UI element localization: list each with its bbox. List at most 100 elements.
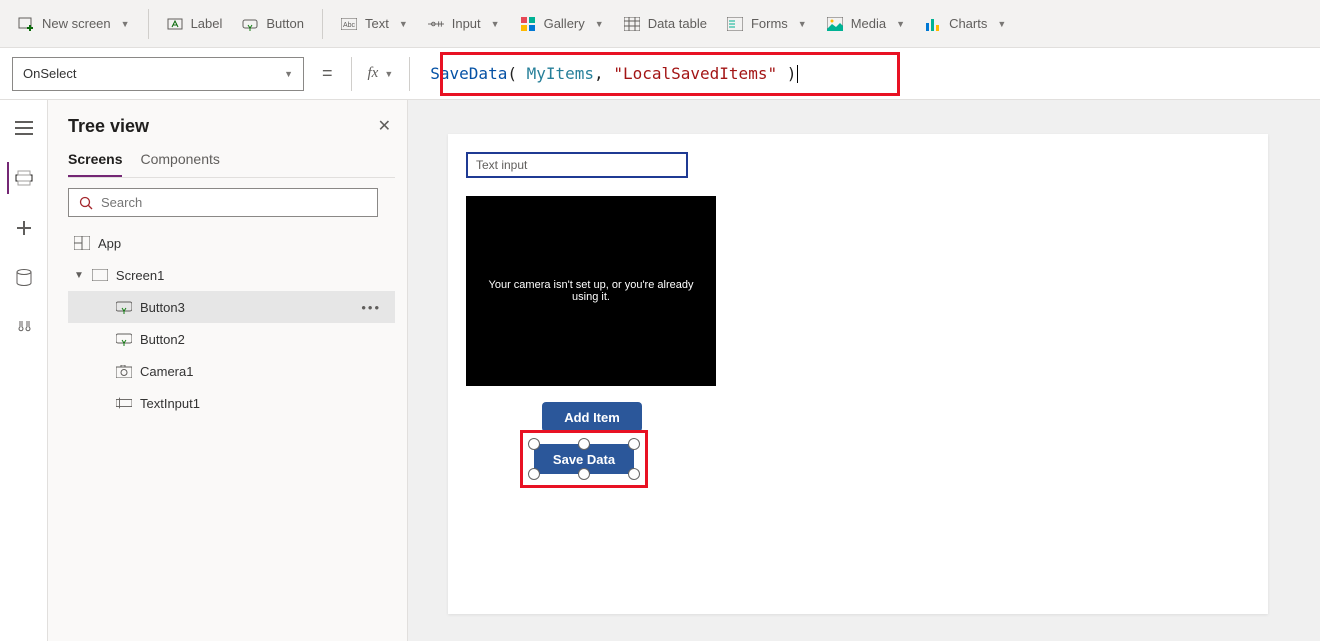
text-menu[interactable]: Abc Text ▼ bbox=[331, 10, 418, 38]
close-icon[interactable]: ✕ bbox=[378, 116, 391, 136]
camera-message: Your camera isn't set up, or you're alre… bbox=[476, 279, 706, 303]
chevron-down-icon: ▼ bbox=[595, 19, 604, 29]
formula-arg1: MyItems bbox=[527, 64, 594, 83]
tree-title: Tree view bbox=[68, 116, 395, 137]
tree-node-screen1[interactable]: ▼ Screen1 bbox=[68, 259, 395, 291]
charts-menu[interactable]: Charts ▼ bbox=[915, 10, 1016, 38]
button-icon bbox=[116, 331, 132, 347]
formula-string: "LocalSavedItems" bbox=[613, 64, 777, 83]
tree-label: Button2 bbox=[140, 332, 185, 347]
tree-node-textinput1[interactable]: TextInput1 bbox=[68, 387, 395, 419]
tab-screens[interactable]: Screens bbox=[68, 151, 122, 177]
canvas-textinput[interactable]: Text input bbox=[466, 152, 688, 178]
tools-rail[interactable] bbox=[8, 312, 40, 344]
app-icon bbox=[74, 235, 90, 251]
tree-node-button2[interactable]: Button2 bbox=[68, 323, 395, 355]
tree-node-app[interactable]: App bbox=[68, 227, 395, 259]
media-icon bbox=[827, 16, 843, 32]
fx-label: fx bbox=[368, 65, 379, 82]
input-icon bbox=[428, 16, 444, 32]
resize-handle[interactable] bbox=[578, 438, 590, 450]
gallery-menu[interactable]: Gallery ▼ bbox=[510, 10, 614, 38]
chevron-down-icon: ▼ bbox=[896, 19, 905, 29]
new-screen-label: New screen bbox=[42, 16, 111, 31]
gallery-icon bbox=[520, 16, 536, 32]
label-button[interactable]: Label bbox=[157, 10, 233, 38]
button-button[interactable]: Button bbox=[232, 10, 314, 38]
tree-label: Screen1 bbox=[116, 268, 164, 283]
chevron-down-icon: ▼ bbox=[798, 19, 807, 29]
formula-open: ( bbox=[507, 64, 517, 83]
tab-components[interactable]: Components bbox=[140, 151, 219, 177]
text-label: Text bbox=[365, 16, 389, 31]
forms-icon bbox=[727, 16, 743, 32]
tree-search[interactable] bbox=[68, 188, 378, 217]
resize-handle[interactable] bbox=[578, 468, 590, 480]
text-icon: Abc bbox=[341, 16, 357, 32]
tree-label: TextInput1 bbox=[140, 396, 200, 411]
button-icon bbox=[242, 16, 258, 32]
app-canvas[interactable]: Text input Your camera isn't set up, or … bbox=[448, 134, 1268, 614]
tree-tabs: Screens Components bbox=[68, 151, 395, 178]
resize-handle[interactable] bbox=[528, 438, 540, 450]
resize-handle[interactable] bbox=[528, 468, 540, 480]
charts-icon bbox=[925, 16, 941, 32]
datatable-button[interactable]: Data table bbox=[614, 10, 717, 38]
input-menu[interactable]: Input ▼ bbox=[418, 10, 510, 38]
new-screen-icon bbox=[18, 16, 34, 32]
chevron-down-icon: ▼ bbox=[284, 69, 293, 79]
datatable-label: Data table bbox=[648, 16, 707, 31]
forms-label: Forms bbox=[751, 16, 788, 31]
caret bbox=[797, 65, 798, 83]
gallery-label: Gallery bbox=[544, 16, 585, 31]
property-name: OnSelect bbox=[23, 66, 76, 81]
svg-text:Abc: Abc bbox=[343, 22, 356, 29]
add-item-button[interactable]: Add Item bbox=[542, 402, 642, 432]
screen-icon bbox=[92, 267, 108, 283]
insert-rail[interactable] bbox=[8, 212, 40, 244]
tree-node-button3[interactable]: Button3 ••• bbox=[68, 291, 395, 323]
media-label: Media bbox=[851, 16, 886, 31]
chevron-down-icon: ▼ bbox=[384, 69, 393, 79]
media-menu[interactable]: Media ▼ bbox=[817, 10, 915, 38]
charts-label: Charts bbox=[949, 16, 987, 31]
hamburger-button[interactable] bbox=[8, 112, 40, 144]
ribbon: New screen ▼ Label Button Abc Text ▼ Inp… bbox=[0, 0, 1320, 48]
forms-menu[interactable]: Forms ▼ bbox=[717, 10, 817, 38]
fx-button[interactable]: fx ▼ bbox=[364, 65, 398, 82]
chevron-down-icon: ▼ bbox=[997, 19, 1006, 29]
workspace: Tree view ✕ Screens Components App ▼ Scr… bbox=[0, 100, 1320, 641]
resize-handle[interactable] bbox=[628, 438, 640, 450]
search-input[interactable] bbox=[101, 195, 367, 210]
tree-label: Button3 bbox=[140, 300, 185, 315]
save-data-selection: Save Data bbox=[534, 444, 634, 474]
property-dropdown[interactable]: OnSelect ▼ bbox=[12, 57, 304, 91]
formula-input[interactable]: SaveData( MyItems, "LocalSavedItems" ) bbox=[422, 60, 1308, 87]
more-icon[interactable]: ••• bbox=[361, 300, 389, 315]
formula-fn: SaveData bbox=[430, 64, 507, 83]
tree-label: App bbox=[98, 236, 121, 251]
search-icon bbox=[79, 196, 93, 210]
textinput-icon bbox=[116, 395, 132, 411]
equals-sign: = bbox=[316, 63, 339, 84]
formula-comma: , bbox=[594, 64, 604, 83]
formula-bar: OnSelect ▼ = fx ▼ SaveData( MyItems, "Lo… bbox=[0, 48, 1320, 100]
input-label: Input bbox=[452, 16, 481, 31]
new-screen-button[interactable]: New screen ▼ bbox=[8, 10, 140, 38]
tree-view-rail[interactable] bbox=[7, 162, 39, 194]
camera-icon bbox=[116, 363, 132, 379]
chevron-down-icon[interactable]: ▼ bbox=[74, 270, 84, 281]
label-text: Label bbox=[191, 16, 223, 31]
add-item-label: Add Item bbox=[564, 410, 620, 425]
label-icon bbox=[167, 16, 183, 32]
data-rail[interactable] bbox=[8, 262, 40, 294]
separator bbox=[351, 57, 352, 91]
resize-handle[interactable] bbox=[628, 468, 640, 480]
separator bbox=[409, 57, 410, 91]
chevron-down-icon: ▼ bbox=[121, 19, 130, 29]
canvas-camera[interactable]: Your camera isn't set up, or you're alre… bbox=[466, 196, 716, 386]
tree-node-camera1[interactable]: Camera1 bbox=[68, 355, 395, 387]
textinput-placeholder: Text input bbox=[476, 158, 527, 172]
tree-label: Camera1 bbox=[140, 364, 193, 379]
left-rail bbox=[0, 100, 48, 641]
